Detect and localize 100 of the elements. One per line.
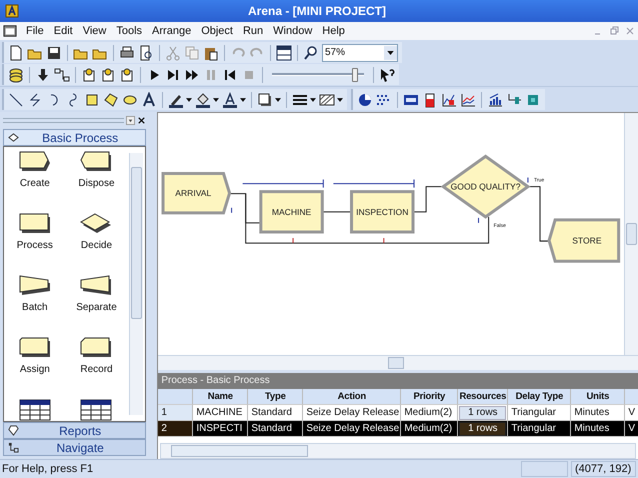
vertical-scrollbar[interactable] <box>624 113 638 355</box>
menu-item[interactable]: Edit <box>48 25 78 37</box>
caret-icon <box>387 50 394 54</box>
column-header[interactable]: Delay Type <box>508 389 572 405</box>
status-help-text: For Help, press F1 <box>2 463 94 475</box>
close-icon[interactable] <box>137 116 146 124</box>
table-cell: Minutes <box>571 421 626 437</box>
save-icon[interactable] <box>46 44 62 60</box>
flowchart-node <box>260 190 324 234</box>
caret-icon[interactable] <box>310 98 316 102</box>
pie-chart-icon[interactable] <box>357 92 373 108</box>
column-header[interactable]: Resources <box>458 389 508 405</box>
menu-item[interactable]: File <box>21 25 49 37</box>
module-label: Assign <box>20 364 50 375</box>
panel-header[interactable]: Navigate <box>3 439 146 456</box>
column-header[interactable]: Priority <box>401 389 458 405</box>
batch-module-icon[interactable] <box>18 275 51 297</box>
polyline-tool-icon[interactable] <box>27 92 43 108</box>
menu-item[interactable]: Tools <box>111 25 148 37</box>
app-logo-icon <box>4 3 20 19</box>
cursor-coordinates: (4077, 192) <box>571 461 636 477</box>
column-header[interactable]: Units <box>571 389 626 405</box>
counter-marker <box>478 218 480 223</box>
counter-marker <box>292 238 294 244</box>
connector-line <box>528 186 550 242</box>
column-header[interactable]: Name <box>193 389 248 405</box>
resources-button[interactable]: 1 rows <box>459 406 506 420</box>
table-cell: Triangular <box>508 421 572 437</box>
table-cell: V <box>625 421 638 437</box>
bar-chart-icon[interactable] <box>487 92 503 108</box>
navigate-icon <box>8 442 19 453</box>
menu-item[interactable]: Run <box>238 25 268 37</box>
line-plot-icon[interactable] <box>460 92 476 108</box>
line-tool-icon[interactable] <box>8 92 24 108</box>
spreadsheet-module-icon[interactable] <box>80 399 112 421</box>
caret-icon[interactable] <box>186 98 192 102</box>
column-header[interactable]: Action <box>303 389 402 405</box>
horizontal-scrollbar[interactable] <box>160 443 636 459</box>
horizontal-scrollbar[interactable] <box>158 355 638 370</box>
corner-header <box>158 389 194 405</box>
caret-icon[interactable] <box>275 98 281 102</box>
counter-marker <box>384 238 385 244</box>
process-module-icon[interactable] <box>18 213 51 235</box>
layers-icon[interactable] <box>8 66 24 82</box>
window-layout-icon[interactable] <box>276 44 292 60</box>
module-label: Record <box>80 364 113 375</box>
new-document-icon[interactable] <box>8 44 24 60</box>
print-icon[interactable] <box>119 44 135 60</box>
down-arrow-icon[interactable] <box>35 66 51 82</box>
connect-icon[interactable] <box>54 66 70 82</box>
zoom-dropdown[interactable]: 57% <box>322 44 398 62</box>
node-label: GOOD QUALITY? <box>451 182 521 192</box>
panel-header[interactable]: Basic Process <box>3 129 146 146</box>
counter-marker <box>231 208 232 213</box>
text-tool-icon[interactable] <box>141 92 157 108</box>
spreadsheet-title: Process - Basic Process <box>158 373 638 389</box>
menu-item[interactable]: Object <box>196 25 238 37</box>
resources-button[interactable]: 1 rows <box>459 422 506 436</box>
speed-slider[interactable] <box>272 66 364 82</box>
zoom-icon[interactable] <box>303 44 319 60</box>
module-label: Dispose <box>78 178 115 189</box>
record-module-icon[interactable] <box>80 337 112 359</box>
rectangle-tool-icon[interactable] <box>84 92 100 108</box>
create-module-icon[interactable] <box>18 151 51 173</box>
document-icon[interactable] <box>3 24 17 38</box>
menu-item[interactable]: Help <box>317 25 350 37</box>
node-label: ARRIVAL <box>176 188 212 198</box>
table-cell: Standard <box>248 421 304 437</box>
tool-icon[interactable] <box>100 66 116 82</box>
text-color-icon[interactable] <box>222 92 238 108</box>
caret-icon[interactable] <box>337 98 343 102</box>
vertical-scrollbar[interactable] <box>129 153 144 415</box>
dropdown-icon[interactable] <box>126 116 136 124</box>
shadow-icon[interactable] <box>257 92 273 108</box>
dispose-module-icon[interactable] <box>80 151 112 173</box>
module-label: Decide <box>80 240 112 251</box>
counter-marker <box>528 178 529 183</box>
flowchart-node <box>350 190 415 234</box>
restore-icon[interactable] <box>609 26 619 36</box>
module-label: Batch <box>22 302 48 313</box>
fill-color-icon[interactable] <box>195 92 211 108</box>
node-label: STORE <box>572 236 602 246</box>
caret-icon[interactable] <box>240 98 246 102</box>
column-header[interactable]: Type <box>248 389 304 405</box>
polygon-tool-icon[interactable] <box>103 92 119 108</box>
panel-header[interactable]: Reports <box>3 422 146 439</box>
plot-icon[interactable] <box>441 92 457 108</box>
decide-module-icon[interactable] <box>80 213 112 235</box>
assign-module-icon[interactable] <box>18 337 51 359</box>
menu-item[interactable]: View <box>78 25 112 37</box>
print-preview-icon[interactable] <box>138 44 154 60</box>
fill-pattern-icon[interactable] <box>319 92 335 108</box>
table-cell: Seize Delay Release <box>303 421 402 437</box>
help-pointer-icon[interactable] <box>379 66 395 82</box>
menu-item[interactable]: Arrange <box>147 25 196 37</box>
separate-module-icon[interactable] <box>80 275 112 297</box>
table-row[interactable]: 2 INSPECTI Standard Seize Delay Release Medium(2) 1 rows Triangular Minutes V <box>158 421 638 437</box>
spreadsheet-module-icon[interactable] <box>18 399 51 421</box>
menu-item[interactable]: Window <box>268 25 318 37</box>
caret-icon[interactable] <box>213 98 219 102</box>
